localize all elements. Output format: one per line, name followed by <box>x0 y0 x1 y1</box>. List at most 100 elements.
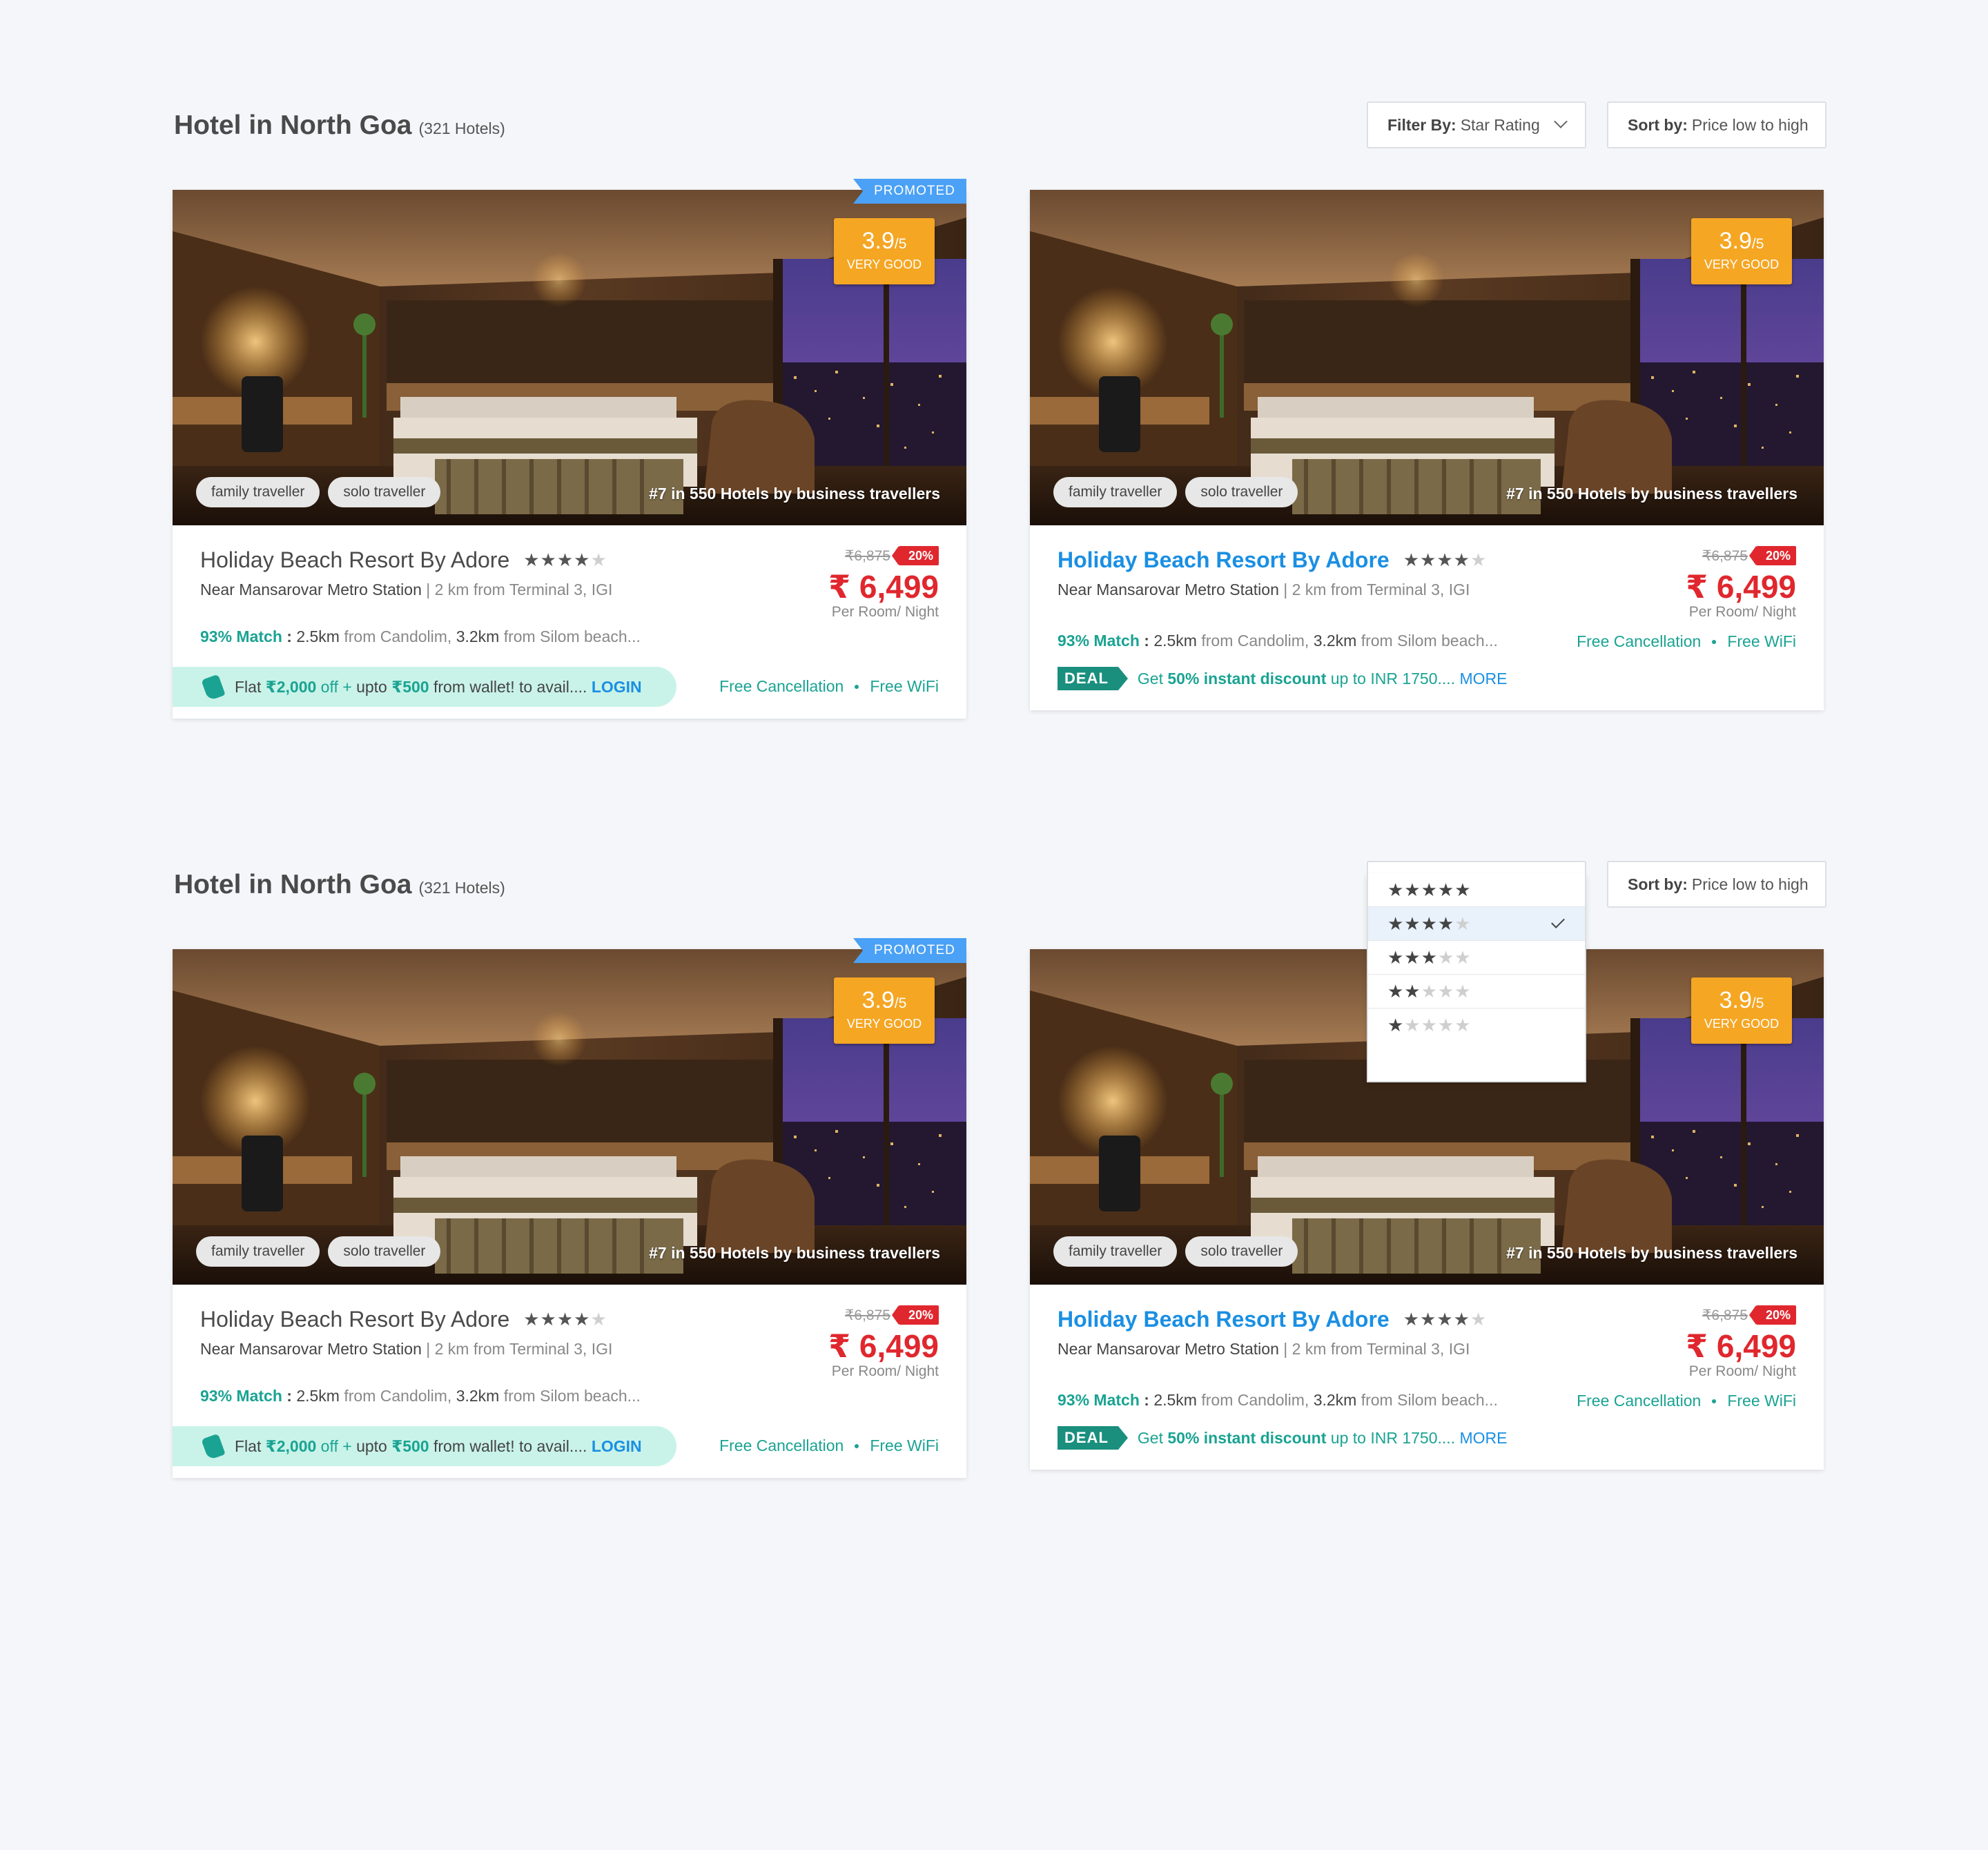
discount-badge: 20% <box>891 546 939 565</box>
tag-family-traveller[interactable]: family traveller <box>196 1236 320 1267</box>
rating-score: 3.9 <box>861 987 895 1013</box>
rating-badge: 3.9/5 VERY GOOD <box>1691 977 1792 1044</box>
login-link[interactable]: LOGIN <box>592 678 642 696</box>
deal-banner[interactable]: DEAL Get 50% instant discount up to INR … <box>1058 1426 1507 1450</box>
filter-dropdown[interactable]: Filter By:Star Rating <box>1367 101 1586 148</box>
deal-highlight: 50% instant discount <box>1167 669 1327 688</box>
match-percent: 93% Match <box>1058 632 1140 650</box>
stars-empty: ★★★★ <box>1404 1015 1472 1035</box>
filter-value: Star Rating <box>1460 115 1540 134</box>
sort-dropdown[interactable]: Sort by: Price low to high <box>1607 861 1826 908</box>
hotel-location: Near Mansarovar Metro Station | 2 km fro… <box>200 1340 612 1359</box>
offer-text-4: from wallet! to avail.... <box>429 1437 592 1455</box>
deal-more-link[interactable]: MORE <box>1459 670 1507 688</box>
price-per-unit: Per Room/ Night <box>1688 604 1796 620</box>
page-title-text: Hotel in North Goa <box>174 110 412 140</box>
location-text: Near Mansarovar Metro Station <box>1058 581 1279 598</box>
price-block: ₹6,875 20% ₹ 6,499 Per Room/ Night <box>1686 1305 1796 1380</box>
filter-label: Filter By: <box>1387 115 1456 134</box>
hotel-name-link[interactable]: Holiday Beach Resort By Adore <box>1058 1307 1390 1332</box>
hotel-name-link[interactable]: Holiday Beach Resort By Adore <box>1058 547 1390 573</box>
match-place-1: from Candolim, <box>339 627 456 645</box>
offer-text-2: off + <box>316 677 357 696</box>
stars-empty: ★★★ <box>1421 980 1472 1002</box>
stars-filled: ★★★★ <box>523 549 591 570</box>
hotel-photo[interactable]: 3.9/5 VERY GOOD family traveller solo tr… <box>1030 190 1824 525</box>
stars-filled: ★ <box>1387 1015 1405 1035</box>
deal-banner[interactable]: DEAL Get 50% instant discount up to INR … <box>1058 667 1507 690</box>
wallet-offer-banner[interactable]: Flat ₹2,000 off + upto ₹500 from wallet!… <box>173 667 676 707</box>
match-distance-2: 3.2km <box>456 627 500 645</box>
star-rating: ★★★★★ <box>523 1309 607 1330</box>
offer-amount-1: ₹2,000 <box>265 1437 317 1455</box>
results-section-2: Hotel in North Goa(321 Hotels) Filter By… <box>0 759 1988 1519</box>
hotel-name[interactable]: Holiday Beach Resort By Adore ★★★★★ <box>200 1307 607 1332</box>
offer-tag-icon <box>201 1433 226 1461</box>
hotel-name[interactable]: Holiday Beach Resort By Adore ★★★★★ <box>1058 547 1487 573</box>
offer-text-1: Flat <box>235 1437 266 1455</box>
promoted-ribbon: PROMOTED <box>853 179 966 204</box>
traveller-tags: family traveller solo traveller <box>1053 477 1298 507</box>
old-price: ₹6,875 <box>845 1307 890 1323</box>
stars-filled: ★★★★★ <box>1387 879 1472 900</box>
tag-family-traveller[interactable]: family traveller <box>1053 477 1178 507</box>
sort-dropdown[interactable]: Sort by: Price low to high <box>1607 101 1826 148</box>
sort-value: Price low to high <box>1691 115 1809 134</box>
login-link[interactable]: LOGIN <box>592 1437 642 1455</box>
tag-solo-traveller[interactable]: solo traveller <box>328 1236 441 1267</box>
hotel-name[interactable]: Holiday Beach Resort By Adore ★★★★★ <box>1058 1307 1487 1332</box>
hotel-name[interactable]: Holiday Beach Resort By Adore ★★★★★ <box>200 547 607 573</box>
star-option-1[interactable]: ★ ★★★★ <box>1368 1009 1585 1042</box>
price-per-unit: Per Room/ Night <box>831 604 939 620</box>
stars-filled: ★★★★ <box>1387 913 1455 934</box>
match-percent: 93% Match <box>200 1387 282 1405</box>
hotel-name-text[interactable]: Holiday Beach Resort By Adore <box>200 1307 509 1332</box>
match-distance-1: 2.5km <box>296 1387 340 1405</box>
rating-badge: 3.9/5 VERY GOOD <box>834 977 935 1044</box>
match-distance-1: 2.5km <box>1153 1391 1197 1409</box>
stars-filled: ★★★ <box>1387 946 1438 968</box>
discount-badge: 20% <box>1748 546 1796 565</box>
star-option-4[interactable]: ★★★★ ★ <box>1368 907 1585 941</box>
old-price: ₹6,875 <box>1702 547 1748 564</box>
price-block: ₹6,875 20% ₹ 6,499 Per Room/ Night <box>828 1305 939 1380</box>
current-price: ₹ 6,499 <box>1686 569 1796 605</box>
hotel-count: (321 Hotels) <box>418 119 505 137</box>
star-option-3[interactable]: ★★★ ★★ <box>1368 941 1585 975</box>
hotel-card[interactable]: 3.9/5 VERY GOOD family traveller solo tr… <box>173 949 966 1478</box>
hotel-card[interactable]: 3.9/5 VERY GOOD family traveller solo tr… <box>173 190 966 719</box>
star-option-2[interactable]: ★★ ★★★ <box>1368 975 1585 1009</box>
star-option-5[interactable]: ★★★★★ <box>1368 873 1585 907</box>
rating-badge: 3.9/5 VERY GOOD <box>1691 218 1792 284</box>
location-text: Near Mansarovar Metro Station <box>200 581 422 598</box>
hotel-name-text[interactable]: Holiday Beach Resort By Adore <box>200 547 509 573</box>
star-rating: ★★★★★ <box>1403 1309 1488 1330</box>
wallet-offer-banner[interactable]: Flat ₹2,000 off + upto ₹500 from wallet!… <box>173 1426 676 1466</box>
offer-amount-2: ₹500 <box>391 677 429 696</box>
hotel-photo[interactable]: 3.9/5 VERY GOOD family traveller solo tr… <box>173 949 966 1285</box>
rating-score: 3.9 <box>1719 987 1752 1013</box>
tag-family-traveller[interactable]: family traveller <box>1053 1236 1178 1267</box>
amenities: Free Cancellation Free WiFi <box>719 1437 939 1455</box>
tag-family-traveller[interactable]: family traveller <box>196 477 320 507</box>
deal-badge: DEAL <box>1058 667 1128 690</box>
hotel-card[interactable]: 3.9/5 VERY GOOD family traveller solo tr… <box>1030 190 1824 710</box>
discount-badge: 20% <box>1748 1305 1796 1325</box>
hotel-location: Near Mansarovar Metro Station | 2 km fro… <box>200 581 612 599</box>
deal-text-2: up to INR 1750.... <box>1326 669 1460 688</box>
match-colon: : <box>282 1387 297 1405</box>
match-percent: 93% Match <box>200 627 282 645</box>
separator-dot <box>855 684 859 689</box>
tag-solo-traveller[interactable]: solo traveller <box>1185 477 1298 507</box>
deal-more-link[interactable]: MORE <box>1459 1429 1507 1447</box>
stars-filled: ★★★★ <box>1403 1309 1470 1330</box>
tag-solo-traveller[interactable]: solo traveller <box>328 477 441 507</box>
tag-solo-traveller[interactable]: solo traveller <box>1185 1236 1298 1267</box>
hotel-photo[interactable]: 3.9/5 VERY GOOD family traveller solo tr… <box>173 190 966 525</box>
star-rating-dropdown-menu: ★★★★★ ★★★★ ★ ★★★ ★★ ★★ ★★★ ★ ★★★★ <box>1367 873 1586 1082</box>
rating-max: /5 <box>1751 995 1764 1011</box>
separator-dot <box>1712 639 1717 644</box>
sort-label: Sort by: <box>1628 115 1688 134</box>
current-price: ₹ 6,499 <box>828 1328 939 1364</box>
rating-score: 3.9 <box>861 228 895 254</box>
